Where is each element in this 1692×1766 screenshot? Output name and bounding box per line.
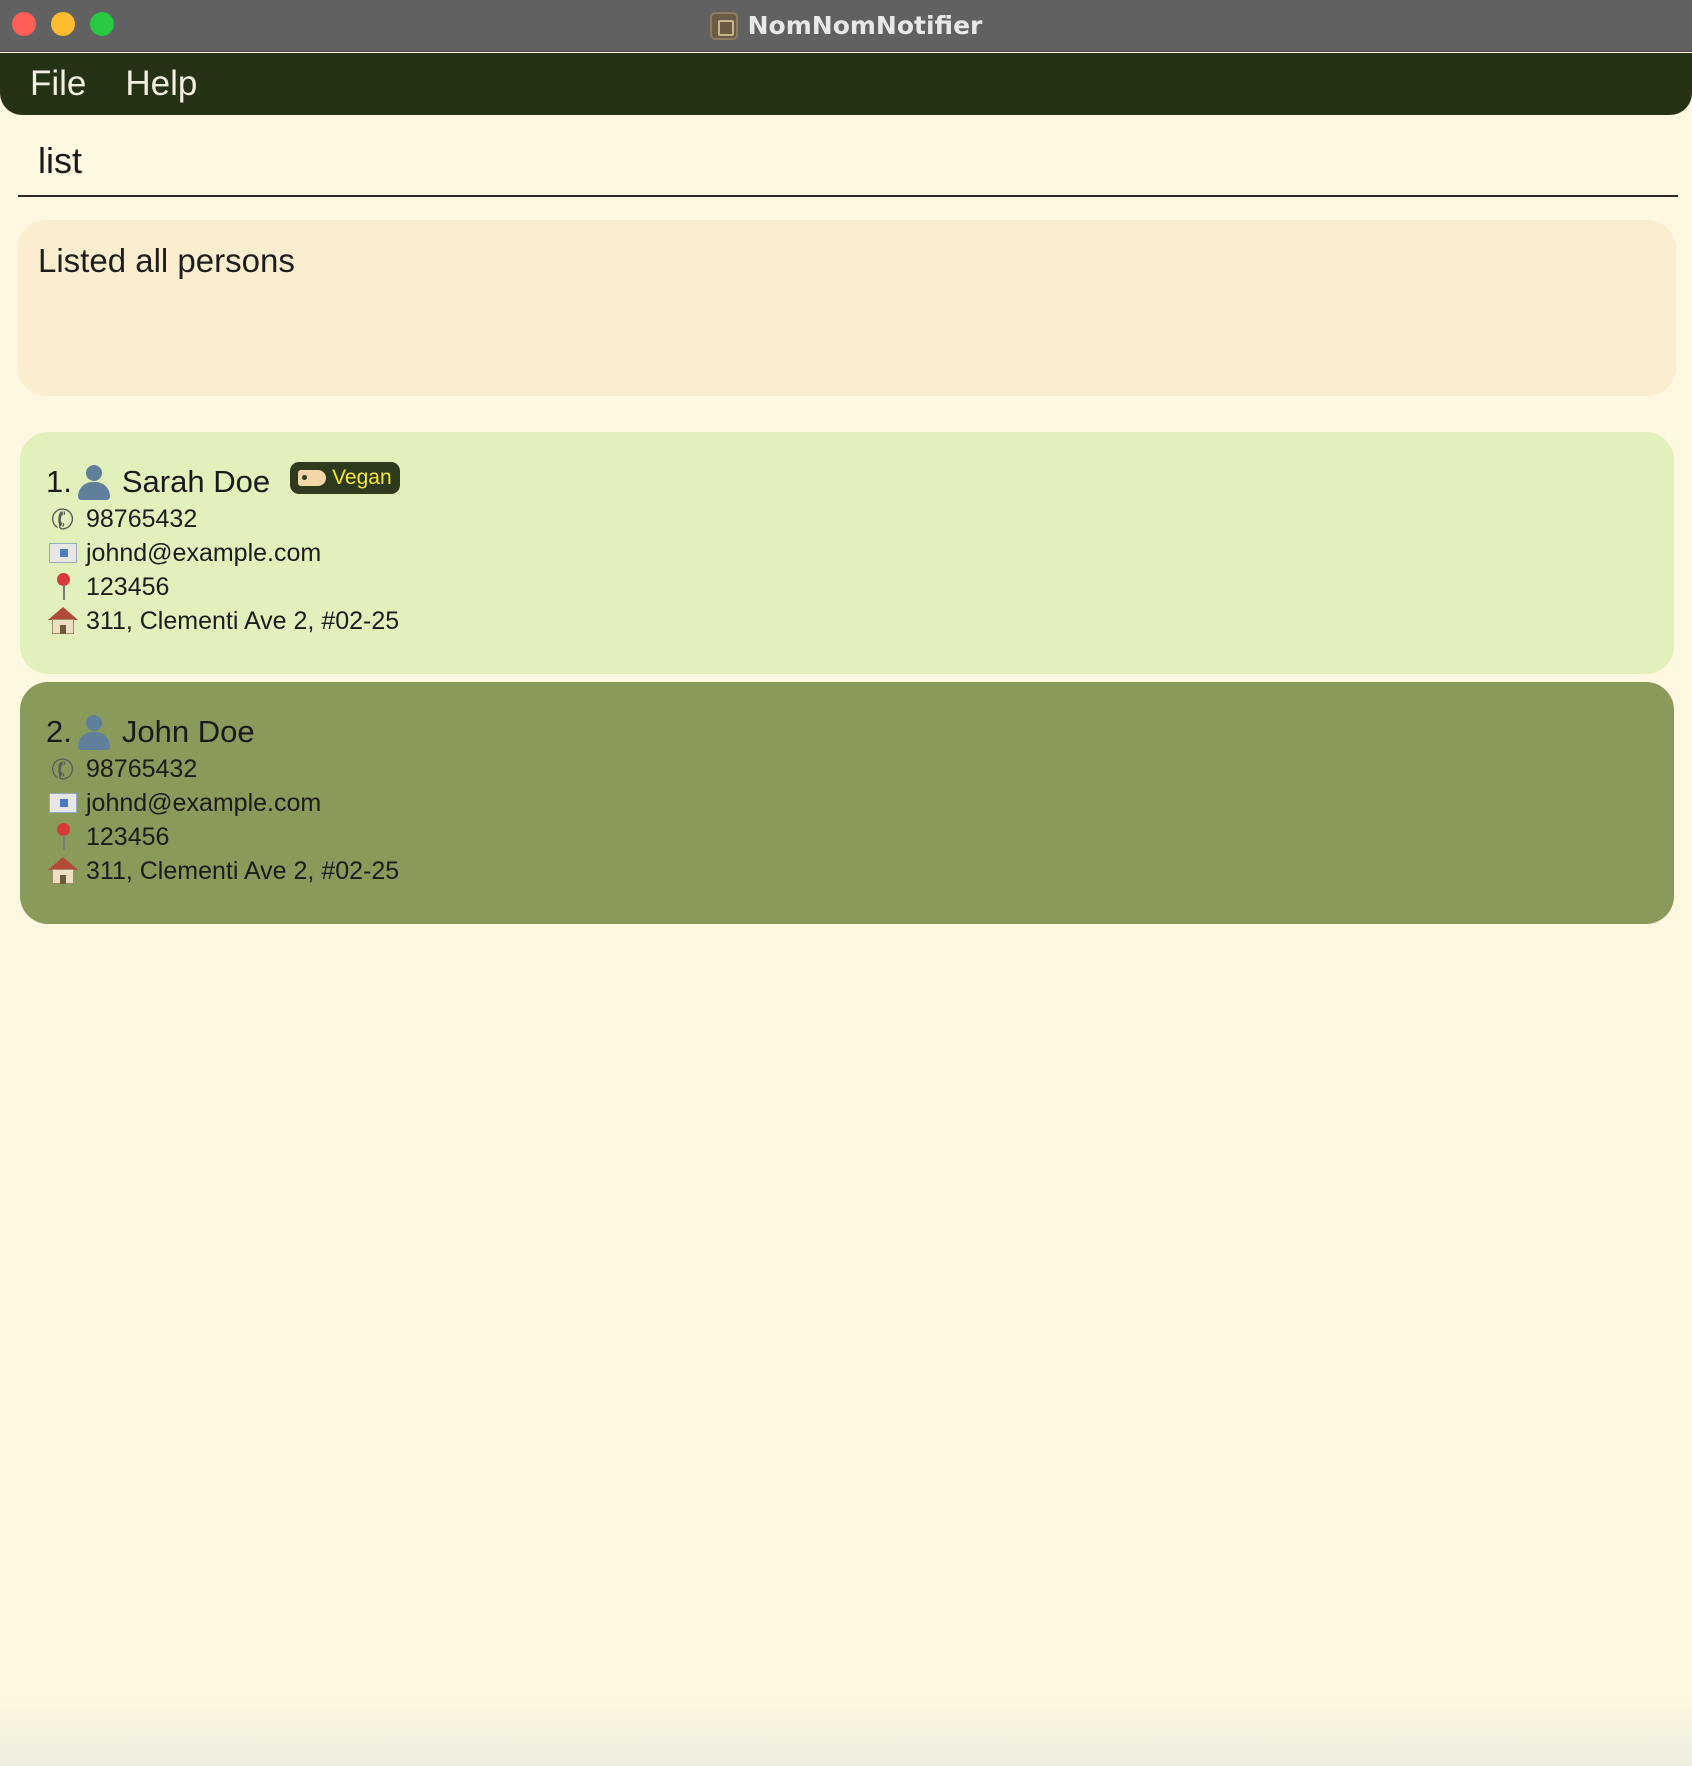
person-icon <box>76 463 112 501</box>
name-row: 2. John Doe <box>46 712 1648 752</box>
name-row: 1. Sarah Doe Vegan <box>46 462 1648 502</box>
tag-badge: Vegan <box>290 462 400 494</box>
title-bar[interactable]: NomNomNotifier <box>0 0 1692 52</box>
minimize-button[interactable] <box>51 12 75 36</box>
command-box[interactable] <box>18 127 1678 197</box>
postal-row: 123456 <box>46 570 1648 604</box>
mail-icon <box>46 538 80 568</box>
menu-file[interactable]: File <box>30 64 86 104</box>
house-icon <box>46 606 80 636</box>
result-display: Listed all persons <box>18 220 1676 396</box>
phone-row: ✆ 98765432 <box>46 750 1648 788</box>
email-value: johnd@example.com <box>86 538 322 567</box>
phone-value: 98765432 <box>86 504 198 533</box>
phone-icon: ✆ <box>46 750 80 788</box>
person-name: John Doe <box>121 714 255 749</box>
app-logo-icon <box>709 11 738 40</box>
address-value: 311, Clementi Ave 2, #02-25 <box>86 856 400 885</box>
person-list[interactable]: 1. Sarah Doe Vegan ✆ 98765432 johnd@exam… <box>20 432 1674 932</box>
postal-value: 123456 <box>86 572 170 601</box>
menu-bar: File Help <box>0 53 1692 115</box>
email-row: johnd@example.com <box>46 786 1648 820</box>
phone-value: 98765432 <box>86 754 198 783</box>
window-bottom-edge <box>0 1690 1692 1766</box>
address-row: 311, Clementi Ave 2, #02-25 <box>46 604 1648 638</box>
person-index: 2. <box>46 714 72 749</box>
command-input[interactable] <box>38 131 1678 191</box>
maximize-button[interactable] <box>90 12 114 36</box>
tag-label: Vegan <box>332 466 392 489</box>
person-card-2[interactable]: 2. John Doe ✆ 98765432 johnd@example.com… <box>20 682 1674 924</box>
phone-icon: ✆ <box>46 500 80 538</box>
person-icon <box>76 713 112 751</box>
postal-row: 123456 <box>46 820 1648 854</box>
phone-row: ✆ 98765432 <box>46 500 1648 538</box>
window-title: NomNomNotifier <box>747 11 983 40</box>
person-card-1[interactable]: 1. Sarah Doe Vegan ✆ 98765432 johnd@exam… <box>20 432 1674 674</box>
email-value: johnd@example.com <box>86 788 322 817</box>
result-message: Listed all persons <box>38 242 295 279</box>
address-value: 311, Clementi Ave 2, #02-25 <box>86 606 400 635</box>
house-icon <box>46 856 80 886</box>
window-controls <box>12 12 114 36</box>
tag-icon <box>298 470 327 486</box>
person-index: 1. <box>46 464 72 499</box>
mail-icon <box>46 788 80 818</box>
postal-value: 123456 <box>86 822 170 851</box>
email-row: johnd@example.com <box>46 536 1648 570</box>
menu-help[interactable]: Help <box>125 64 197 104</box>
app-window: NomNomNotifier File Help Listed all pers… <box>0 0 1692 1766</box>
pin-icon <box>46 572 80 602</box>
pin-icon <box>46 822 80 852</box>
title-wrap: NomNomNotifier <box>709 11 983 40</box>
address-row: 311, Clementi Ave 2, #02-25 <box>46 854 1648 888</box>
person-name: Sarah Doe <box>121 464 271 499</box>
close-button[interactable] <box>12 12 36 36</box>
